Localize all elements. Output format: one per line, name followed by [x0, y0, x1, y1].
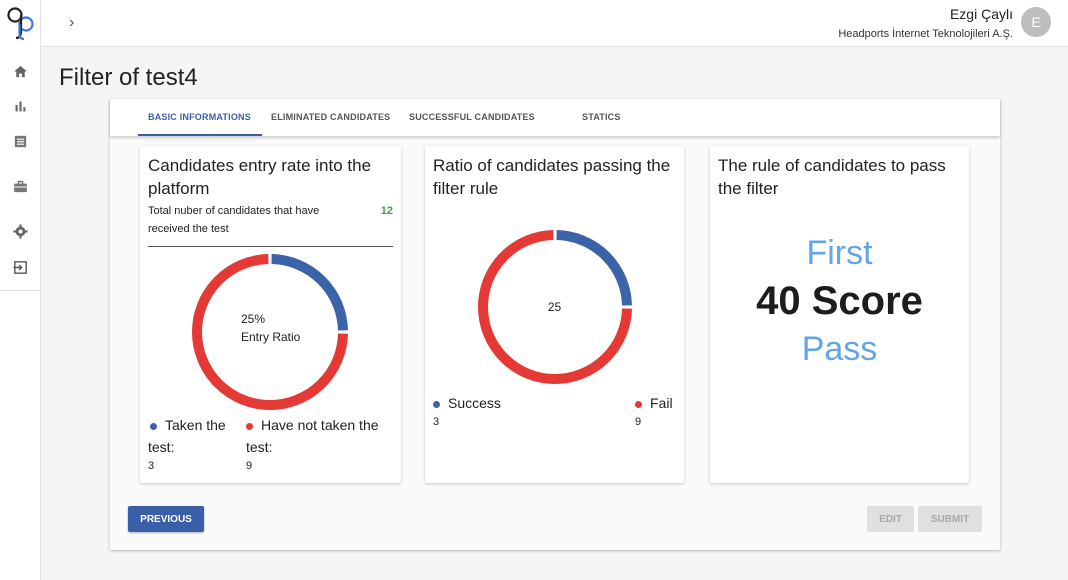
chevron-right-icon[interactable]: ›: [69, 14, 74, 32]
active-tab-indicator: [138, 134, 262, 136]
app-logo[interactable]: [4, 4, 38, 42]
edit-button[interactable]: Edit: [867, 506, 914, 532]
home-icon[interactable]: [10, 61, 30, 81]
tab-successful-candidates[interactable]: Successful candidates: [409, 99, 535, 136]
document-list-icon[interactable]: [10, 131, 30, 151]
pass-ratio-card: Ratio of candidates passing the filter r…: [425, 146, 684, 483]
rule-line-pass: Pass: [801, 330, 878, 368]
legend-fail: Fail 9: [635, 392, 673, 428]
card-title: Candidates entry rate into the platform: [148, 156, 372, 198]
bar-chart-icon[interactable]: [10, 96, 30, 116]
briefcase-icon[interactable]: [10, 176, 30, 196]
total-candidates-label: Total nuber of candidates that have rece…: [148, 205, 320, 235]
card-title: Ratio of candidates passing the filter r…: [433, 156, 671, 198]
legend-fail-label: Fail: [650, 395, 673, 411]
rule-line-first: First: [806, 234, 873, 272]
user-name: Ezgi Çaylı: [949, 6, 1013, 22]
rule-line-score: 40 Score: [756, 279, 923, 323]
entry-rate-card: Candidates entry rate into the platform …: [140, 146, 401, 483]
donut-slice-0: [556, 230, 632, 306]
logout-icon[interactable]: [10, 257, 30, 277]
legend-taken-value: 3: [148, 460, 155, 472]
entry-ratio-percent: 25%: [241, 312, 266, 326]
legend-success-value: 3: [433, 416, 440, 428]
legend-success: Success 3: [433, 392, 501, 428]
filter-panel: Basic informations Eliminated candidates…: [110, 99, 1000, 550]
card-title: The rule of candidates to pass the filte…: [718, 156, 946, 198]
legend-not-taken-label: Have not taken the test:: [246, 417, 379, 455]
avatar[interactable]: E: [1021, 7, 1051, 37]
legend-dot-success: [150, 422, 157, 430]
legend-success-label: Success: [448, 395, 501, 411]
tab-eliminated-candidates[interactable]: Eliminated candidates: [271, 99, 390, 136]
legend-not-taken-value: 9: [246, 460, 253, 472]
tab-basic-informations[interactable]: Basic informations: [148, 99, 251, 136]
legend-dot-fail: [246, 422, 253, 430]
previous-button[interactable]: Previous: [128, 506, 204, 532]
tab-statics[interactable]: Statics: [582, 99, 621, 136]
legend-taken: Taken the test: 3: [148, 414, 248, 472]
page-title: Filter of test4: [59, 64, 198, 91]
donut-slice-0: [271, 254, 348, 331]
sidebar-rail: [0, 0, 41, 580]
tab-bar: Basic informations Eliminated candidates…: [110, 99, 1000, 136]
submit-button[interactable]: Submit: [918, 506, 982, 532]
user-organization: Headports İnternet Teknolojileri A.Ş.: [838, 28, 1013, 40]
divider: [148, 246, 393, 247]
legend-fail-value: 9: [635, 416, 642, 428]
pass-rule-card: The rule of candidates to pass the filte…: [710, 146, 969, 483]
top-bar: › Ezgi Çaylı Headports İnternet Teknoloj…: [41, 0, 1068, 47]
legend-not-taken: Have not taken the test: 9: [246, 414, 396, 472]
legend-taken-label: Taken the test:: [148, 417, 226, 455]
legend-dot-fail: [635, 400, 642, 408]
legend-dot-success: [433, 400, 440, 408]
rail-divider: [0, 290, 41, 291]
total-candidates-value: 12: [380, 205, 393, 217]
entry-ratio-label: Entry Ratio: [241, 330, 301, 344]
pass-ratio-center-value: 25: [547, 300, 562, 314]
gear-icon[interactable]: [10, 221, 30, 241]
